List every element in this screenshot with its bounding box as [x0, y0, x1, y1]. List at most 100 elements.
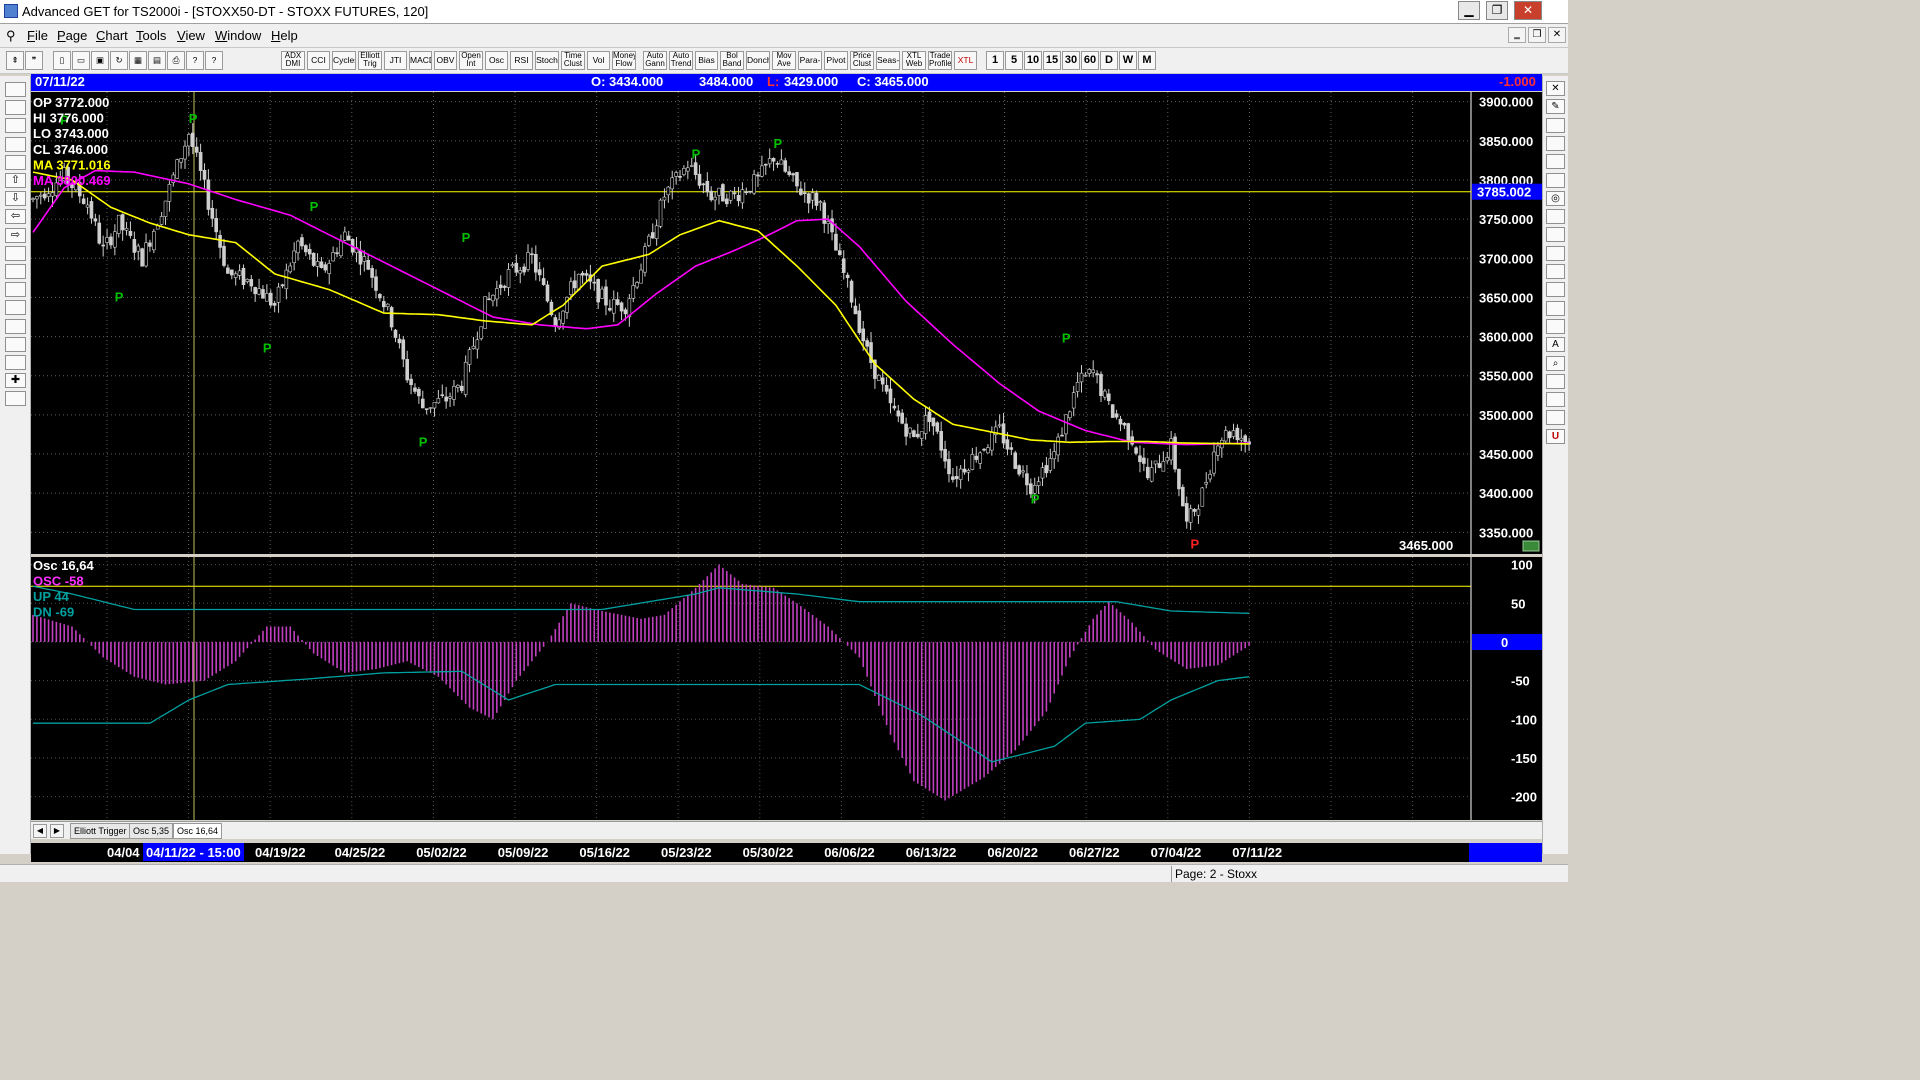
- fib-icon[interactable]: [5, 355, 26, 370]
- menu-help[interactable]: Help: [271, 28, 298, 43]
- save-page-icon[interactable]: ▣: [91, 51, 109, 70]
- pointer-icon[interactable]: ⇞: [6, 51, 24, 70]
- layout-icon[interactable]: ▤: [148, 51, 166, 70]
- study-button-seas-onals[interactable]: Seas-onals: [876, 51, 900, 70]
- menu-view[interactable]: View: [177, 28, 205, 43]
- oscillator-svg[interactable]: 100 50 0 -50 -100 -150 -200 Osc 16,64OSC -58UP …: [31, 557, 1542, 820]
- close-x-icon[interactable]: ✕: [1546, 81, 1565, 96]
- interval-button-m[interactable]: M: [1138, 51, 1156, 70]
- interval-button-30[interactable]: 30: [1062, 51, 1080, 70]
- study-button-stoch[interactable]: Stoch: [535, 51, 559, 70]
- price-chart-svg[interactable]: 3900.0003850.0003800.0003750.0003700.000…: [31, 92, 1542, 554]
- study-button-osc[interactable]: Osc: [485, 51, 508, 70]
- study-button-elliott-trig[interactable]: Elliott Trig: [358, 51, 382, 70]
- tab-osc-16-64[interactable]: Osc 16,64: [173, 823, 223, 839]
- ellipse-alt-icon[interactable]: [1546, 245, 1565, 261]
- oscillator-panel[interactable]: 100 50 0 -50 -100 -150 -200 Osc 16,64 OSC -58 UP …: [31, 557, 1542, 820]
- arrow-left-icon[interactable]: ⇦: [5, 209, 26, 225]
- menu-page[interactable]: Page: [57, 28, 87, 43]
- menu-file[interactable]: File: [27, 28, 48, 43]
- minimize-button[interactable]: ▁: [1458, 1, 1480, 20]
- study-button-xtl-web[interactable]: XTL Web: [902, 51, 926, 70]
- interval-button-60[interactable]: 60: [1081, 51, 1099, 70]
- tab-osc-5-35[interactable]: Osc 5,35: [129, 823, 174, 839]
- pencil-icon[interactable]: ✎: [1546, 99, 1565, 115]
- menu-window[interactable]: Window: [215, 28, 261, 43]
- quote-icon[interactable]: ❞: [25, 51, 43, 70]
- fan-icon[interactable]: [1546, 264, 1565, 279]
- study-button-money-flow[interactable]: Money Flow: [612, 51, 636, 70]
- camera-icon[interactable]: [1546, 392, 1565, 408]
- study-button-bias[interactable]: Bias: [695, 51, 718, 70]
- crosshair-icon[interactable]: ✚: [5, 373, 26, 389]
- study-button-auto-trend[interactable]: Auto Trend: [669, 51, 693, 70]
- fib-retrace-icon[interactable]: [1546, 135, 1565, 151]
- study-button-rsi[interactable]: RSI: [510, 51, 533, 70]
- speed-lines-icon[interactable]: [1546, 209, 1565, 225]
- interval-button-10[interactable]: 10: [1024, 51, 1042, 70]
- chart-corner-icon[interactable]: [1522, 540, 1540, 552]
- mdi-doc-icon[interactable]: ⚲: [6, 28, 16, 44]
- study-button-macd[interactable]: MACD: [409, 51, 432, 70]
- pti-icon[interactable]: [1546, 282, 1565, 298]
- mdi-restore-button[interactable]: ❐: [1528, 27, 1546, 43]
- grid-lines-icon[interactable]: [5, 300, 26, 316]
- tab-prev-arrow-icon[interactable]: ◀: [33, 824, 47, 838]
- reset-icon[interactable]: [5, 118, 26, 134]
- magnify-icon[interactable]: ⌕: [1546, 355, 1565, 371]
- study-button-pivot[interactable]: Pivot: [824, 51, 848, 70]
- interval-button-15[interactable]: 15: [1043, 51, 1061, 70]
- elliott-wave-icon[interactable]: [5, 100, 26, 116]
- whats-this-icon[interactable]: ?: [205, 51, 223, 70]
- grid-icon[interactable]: ▦: [129, 51, 147, 70]
- study-icon[interactable]: [5, 136, 26, 152]
- study-button-para-bolic[interactable]: Para-bolic: [798, 51, 822, 70]
- mob-icon[interactable]: [1546, 318, 1565, 334]
- close-button[interactable]: ✕: [1514, 1, 1542, 20]
- refresh-icon[interactable]: ↻: [110, 51, 128, 70]
- menu-chart[interactable]: Chart: [96, 28, 128, 43]
- study-button-jti[interactable]: JTI: [384, 51, 407, 70]
- magnet-u-icon[interactable]: U: [1546, 428, 1565, 444]
- elliott-icon[interactable]: [5, 154, 26, 170]
- interval-button-1[interactable]: 1: [986, 51, 1004, 70]
- arrow-up-icon[interactable]: ⇧: [5, 173, 26, 188]
- study-button-cycles[interactable]: Cycles: [332, 51, 356, 70]
- help-icon[interactable]: ?: [186, 51, 204, 70]
- pointer-icon[interactable]: [1546, 373, 1565, 389]
- study-button-price-clust[interactable]: Price Clust: [850, 51, 874, 70]
- zoom-height-icon[interactable]: [5, 282, 26, 298]
- open-page-icon[interactable]: [5, 82, 26, 97]
- text-a-icon[interactable]: A: [1546, 337, 1565, 353]
- study-button-auto-gann[interactable]: Auto Gann: [643, 51, 667, 70]
- mdi-close-button[interactable]: ✕: [1548, 27, 1566, 43]
- maximize-button[interactable]: ❐: [1486, 1, 1508, 20]
- study-button-cci[interactable]: CCI: [307, 51, 330, 70]
- interval-button-d[interactable]: D: [1100, 51, 1118, 70]
- study-button-xtl[interactable]: XTL: [954, 51, 977, 70]
- grid-icon[interactable]: [1546, 300, 1565, 316]
- new-page-icon[interactable]: ▯: [53, 51, 71, 70]
- arrow-down-icon[interactable]: ⇩: [5, 191, 26, 207]
- date-scroll-region[interactable]: [1469, 843, 1542, 862]
- elliott-count-icon[interactable]: [5, 245, 26, 261]
- study-button-open-int[interactable]: Open Int: [459, 51, 483, 70]
- regression-icon[interactable]: [1546, 227, 1565, 243]
- lines-icon[interactable]: [5, 318, 26, 334]
- study-button-obv[interactable]: OBV: [434, 51, 457, 70]
- study-button-bol-band[interactable]: Bol Band: [720, 51, 744, 70]
- study-button-adx-dmi[interactable]: ADX DMI: [281, 51, 305, 70]
- fib-extension-icon[interactable]: [1546, 154, 1565, 170]
- open-page-icon[interactable]: ▭: [72, 51, 90, 70]
- list-icon[interactable]: [1546, 410, 1565, 426]
- mdi-minimize-button[interactable]: ‗: [1508, 27, 1526, 43]
- study-button-donch[interactable]: Donch: [746, 51, 770, 70]
- study-button-vol[interactable]: Vol: [587, 51, 610, 70]
- tab-next-arrow-icon[interactable]: ▶: [50, 824, 64, 838]
- arrow-right-icon[interactable]: ⇨: [5, 227, 26, 243]
- study-button-time-clust[interactable]: Time Clust: [561, 51, 585, 70]
- study-button-trade-profile[interactable]: Trade Profile: [928, 51, 952, 70]
- zoom-width-icon[interactable]: [5, 264, 26, 279]
- ellipse-icon[interactable]: [1546, 117, 1565, 133]
- circle-icon[interactable]: ◎: [1546, 190, 1565, 206]
